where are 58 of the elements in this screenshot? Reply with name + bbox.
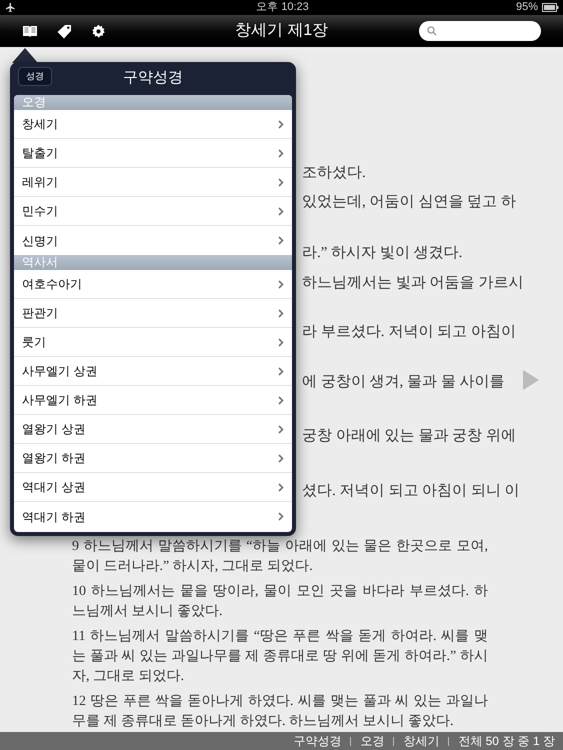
chevron-icon	[278, 206, 284, 216]
chevron-icon	[278, 120, 284, 128]
book-list-item[interactable]: 여호수아기	[14, 270, 292, 299]
chevron-icon	[278, 148, 284, 158]
verse-text: 라.” 하시자 빛이 생겼다.	[302, 244, 462, 263]
book-list-item[interactable]: 역대기 하권	[14, 502, 292, 531]
airplane-icon	[4, 2, 17, 13]
chevron-icon	[278, 454, 284, 462]
chevron-icon	[278, 366, 284, 376]
book-list-item[interactable]: 사무엘기 하권	[14, 386, 292, 415]
book-icon[interactable]	[22, 24, 38, 38]
breadcrumb-item: 오경	[360, 733, 384, 750]
chevron-icon	[278, 280, 284, 288]
verse-text: 11 하느님께서 말씀하시기를 “땅은 푸른 싹을 돋게 하여라. 씨를 맺는 풀과 씨 있는 과일나무를 제 종류대로 땅 위에 돋게 하여라.” 하시자, 그대로 되었다.	[72, 628, 488, 686]
book-list-item[interactable]: 열왕기 상권	[14, 415, 292, 444]
breadcrumb-item: 창세기	[403, 733, 440, 750]
section-header: 오경	[14, 95, 292, 110]
settings-icon[interactable]	[91, 24, 106, 38]
clock-time: 오후 10:23	[256, 0, 309, 16]
book-list-item[interactable]: 창세기	[14, 110, 292, 139]
chevron-icon	[278, 512, 284, 521]
book-list-item[interactable]: 룻기	[14, 328, 292, 357]
section-header: 역사서	[14, 255, 292, 270]
chevron-icon	[278, 308, 284, 318]
breadcrumb-item: 구약성경	[293, 733, 342, 750]
verse-text: 12 땅은 푸른 싹을 돋아나게 하였다. 씨를 맺는 풀과 씨 있는 과일나무를 제 종류대로 돋아나게 하였다. 하느님께서 보시니 좋았다.	[72, 693, 488, 731]
search-field[interactable]	[419, 21, 541, 41]
battery-percent: 95%	[516, 0, 538, 16]
book-list-item[interactable]: 탈출기	[14, 139, 292, 168]
verse-text: 라 부르셨다. 저녁이 되고 아침이	[302, 323, 516, 342]
chevron-icon	[278, 396, 284, 404]
search-icon	[427, 26, 437, 36]
book-list-item[interactable]: 역대기 상권	[14, 473, 292, 502]
book-list-item[interactable]: 신명기	[14, 226, 292, 255]
verse-text: 10 하느님께서는 뭍을 땅이라, 물이 모인 곳을 바다라 부르셨다. 하느님께서 보시니 좋았다.	[72, 583, 488, 621]
verse-text: 9 하느님께서 말씀하시기를 “하늘 아래에 있는 물은 한곳으로 모여, 뭍이 드러나라.” 하시자, 그대로 되었다.	[72, 538, 488, 576]
chevron-icon	[278, 338, 284, 346]
book-list-item[interactable]: 사무엘기 상권	[14, 357, 292, 386]
toolbar-title: 창세기 제1장	[234, 21, 328, 41]
book-list-item[interactable]: 레위기	[14, 168, 292, 197]
verse-text: 하느님께서는 빛과 어둠을 가르시	[302, 274, 524, 293]
verse-text: 조하셨다.	[302, 164, 366, 183]
verse-text: 셨다. 저녁이 되고 아침이 되니 이	[302, 482, 520, 501]
chevron-icon	[278, 424, 284, 434]
popover-title: 구약성경	[123, 68, 183, 88]
book-list-item[interactable]: 판관기	[14, 299, 292, 328]
breadcrumb-item: 전체 50 장 중 1 장	[458, 733, 555, 750]
back-button[interactable]: 성경	[18, 67, 52, 86]
verse-text: 있었는데, 어둠이 심연을 덮고 하	[302, 193, 516, 212]
book-list-item[interactable]: 열왕기 하권	[14, 444, 292, 473]
book-list-item[interactable]: 민수기	[14, 197, 292, 226]
verse-text: 에 궁창이 생겨, 물과 물 사이를	[302, 373, 504, 392]
chevron-icon	[278, 236, 284, 245]
chevron-icon	[278, 482, 284, 492]
tag-icon[interactable]	[57, 24, 72, 38]
chevron-icon	[278, 178, 284, 186]
battery-icon	[542, 3, 559, 12]
verse-text: 궁창 아래에 있는 물과 궁창 위에	[302, 427, 516, 446]
